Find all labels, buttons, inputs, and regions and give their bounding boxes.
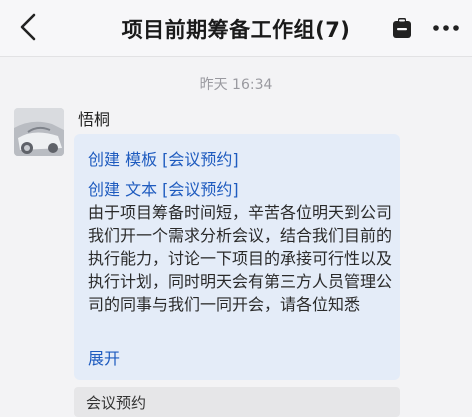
quoted-reply[interactable]: 会议预约 xyxy=(74,387,400,417)
more-dots-icon[interactable] xyxy=(433,25,459,31)
car-photo-avatar[interactable] xyxy=(14,108,64,156)
message-timestamp: 昨天 16:34 xyxy=(199,77,273,93)
create-text-link[interactable]: 创建 文本 [会议预约] xyxy=(88,176,239,200)
clipboard-icon[interactable] xyxy=(392,17,412,39)
message-body: 由于项目筹备时间短，辛苦各位明天到公司我们开一个需求分析会议，结合我们目前的执行… xyxy=(88,203,393,314)
chat-header: 项目前期筹备工作组(7) xyxy=(0,0,472,57)
create-template-link[interactable]: 创建 模板 [会议预约] xyxy=(88,146,239,170)
car-photo-graphic xyxy=(14,108,64,156)
sender-name: 悟桐 xyxy=(78,110,111,129)
quoted-reply-label: 会议预约 xyxy=(86,394,147,412)
expand-link[interactable]: 展开 xyxy=(88,345,120,369)
